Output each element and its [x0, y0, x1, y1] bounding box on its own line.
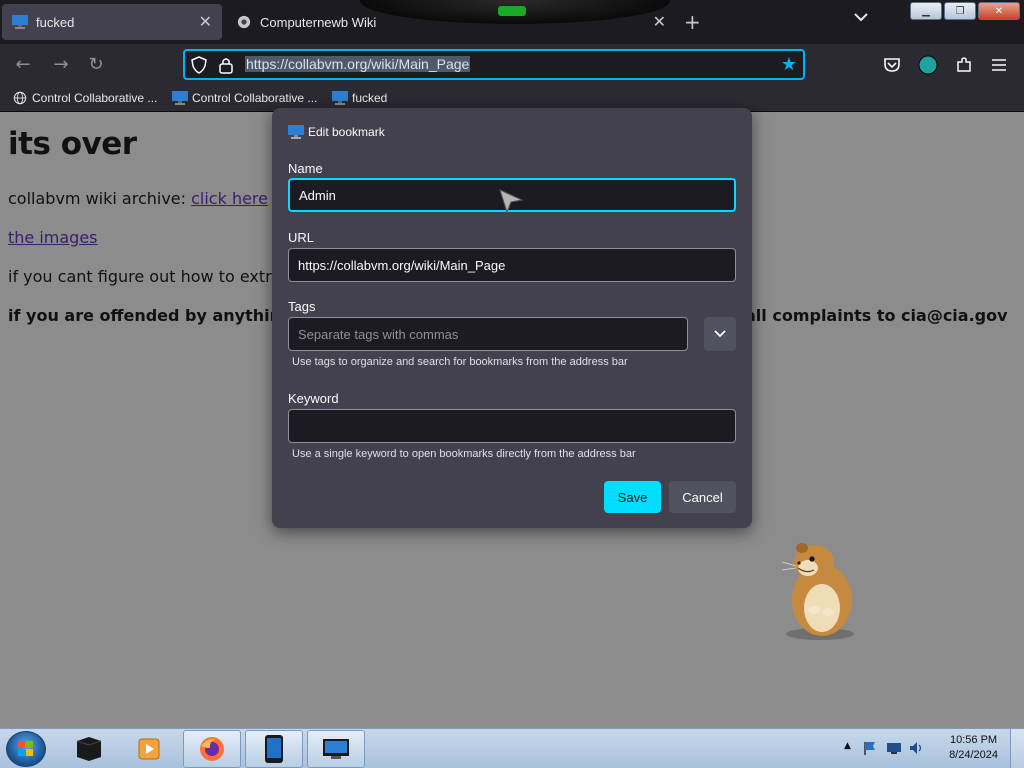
taskbar-app-vm-monitor[interactable]: [307, 730, 365, 768]
archive-text: collabvm wiki archive:: [8, 189, 192, 208]
tags-hint: Use tags to organize and search for book…: [292, 356, 628, 368]
bookmark-item[interactable]: Control Collaborative ...: [12, 91, 157, 105]
monitor-icon: [323, 739, 349, 759]
bookmark-item[interactable]: Control Collaborative ...: [172, 91, 317, 105]
dialog-title: Edit bookmark: [308, 125, 385, 139]
mouse-cursor-icon: [499, 189, 524, 214]
close-window-button[interactable]: ✕: [978, 2, 1020, 20]
lock-icon[interactable]: [219, 56, 233, 74]
tablet-icon: [265, 735, 283, 763]
system-tray: ▲ 10:56 PM 8/24/2024: [834, 729, 1024, 768]
show-desktop-button[interactable]: [1010, 729, 1024, 768]
keyword-hint: Use a single keyword to open bookmarks d…: [292, 448, 636, 460]
extract-paragraph: if you cant figure out how to extrac: [8, 267, 291, 286]
url-text: https://collabvm.org/wiki/Main_Page: [245, 56, 471, 72]
monitor-icon: [332, 91, 348, 105]
dialog-header: Edit bookmark: [288, 125, 385, 139]
taskbar-app-terminal[interactable]: [60, 730, 118, 768]
tab-strip: fucked ✕ Computernewb Wiki ✕ + ▁ ❐ ✕: [0, 0, 1024, 44]
tags-label: Tags: [288, 299, 316, 314]
name-label: Name: [288, 161, 323, 176]
globe-icon: [13, 91, 27, 105]
save-button[interactable]: Save: [604, 481, 661, 513]
chevron-down-icon[interactable]: [854, 12, 868, 22]
hamburger-menu-icon[interactable]: [988, 54, 1010, 76]
offended-paragraph: if you are offended by anything i: [8, 306, 304, 325]
clock-date: 8/24/2024: [949, 749, 998, 761]
tray-expand-icon[interactable]: ▲: [844, 741, 851, 751]
clock[interactable]: 10:56 PM 8/24/2024: [949, 733, 998, 763]
url-label: URL: [288, 230, 315, 245]
taskbar-app-tablet[interactable]: [245, 730, 303, 768]
bookmark-label: Control Collaborative ...: [32, 91, 158, 105]
monitor-icon: [288, 125, 304, 139]
account-avatar-icon[interactable]: [917, 54, 939, 76]
tab-title: Computernewb Wiki: [260, 14, 377, 30]
tab-close-icon[interactable]: ✕: [199, 12, 212, 32]
nav-bar: ← → ↻ https://collabvm.org/wiki/Main_Pag…: [0, 44, 1024, 86]
back-arrow-icon[interactable]: ←: [12, 54, 34, 76]
images-link[interactable]: the images: [8, 228, 98, 247]
tab-fucked[interactable]: fucked ✕: [2, 4, 222, 40]
edit-bookmark-dialog: Edit bookmark Name Admin URL https://col…: [272, 108, 752, 528]
pocket-icon[interactable]: [881, 54, 903, 76]
complaints-text: all complaints to cia@cia.gov: [745, 306, 1008, 325]
keyword-field[interactable]: [288, 409, 736, 443]
network-icon[interactable]: [886, 740, 902, 756]
window-controls: ▁ ❐ ✕: [910, 2, 1020, 20]
taskbar-app-media-player[interactable]: [120, 730, 178, 768]
terminal-icon: [76, 737, 102, 761]
url-field[interactable]: https://collabvm.org/wiki/Main_Page: [288, 248, 736, 282]
minimize-button[interactable]: ▁: [910, 2, 942, 20]
bookmark-label: Control Collaborative ...: [192, 91, 318, 105]
archive-paragraph: collabvm wiki archive: click here: [8, 189, 268, 208]
monitor-icon: [172, 91, 188, 105]
images-paragraph: the images: [8, 228, 98, 247]
page-title: its over: [8, 126, 137, 162]
tags-field[interactable]: Separate tags with commas: [288, 317, 688, 351]
url-bar[interactable]: https://collabvm.org/wiki/Main_Page ★: [183, 49, 805, 80]
media-player-icon: [138, 738, 160, 760]
tab-title: fucked: [36, 14, 75, 30]
volume-icon[interactable]: [908, 740, 924, 756]
maximize-button[interactable]: ❐: [944, 2, 976, 20]
new-tab-icon[interactable]: +: [684, 10, 701, 34]
clock-time: 10:56 PM: [949, 734, 998, 746]
forward-arrow-icon[interactable]: →: [50, 54, 72, 76]
taskbar-app-firefox[interactable]: [183, 730, 241, 768]
taskbar: ▲ 10:56 PM 8/24/2024: [0, 728, 1024, 768]
action-center-flag-icon[interactable]: [862, 740, 878, 756]
shield-icon[interactable]: [191, 56, 207, 74]
bookmark-item[interactable]: fucked: [332, 91, 387, 105]
star-icon[interactable]: ★: [781, 54, 797, 75]
cancel-button[interactable]: Cancel: [669, 481, 736, 513]
monitor-icon: [12, 15, 28, 29]
windows-logo-icon: [18, 741, 33, 756]
start-button[interactable]: [6, 731, 46, 767]
hamster-image: [781, 543, 854, 640]
wiki-favicon-icon: [237, 15, 251, 29]
tags-dropdown-button[interactable]: [704, 317, 736, 351]
bookmark-label: fucked: [352, 91, 388, 105]
firefox-icon: [200, 737, 224, 761]
click-here-link[interactable]: click here: [191, 189, 268, 208]
reload-icon[interactable]: ↻: [85, 54, 107, 76]
extensions-icon[interactable]: [953, 54, 975, 76]
chevron-down-icon: [714, 330, 726, 338]
tab-close-icon[interactable]: ✕: [653, 12, 666, 32]
keyword-label: Keyword: [288, 391, 339, 406]
screen: fucked ✕ Computernewb Wiki ✕ + ▁ ❐ ✕ ← →…: [0, 0, 1024, 768]
